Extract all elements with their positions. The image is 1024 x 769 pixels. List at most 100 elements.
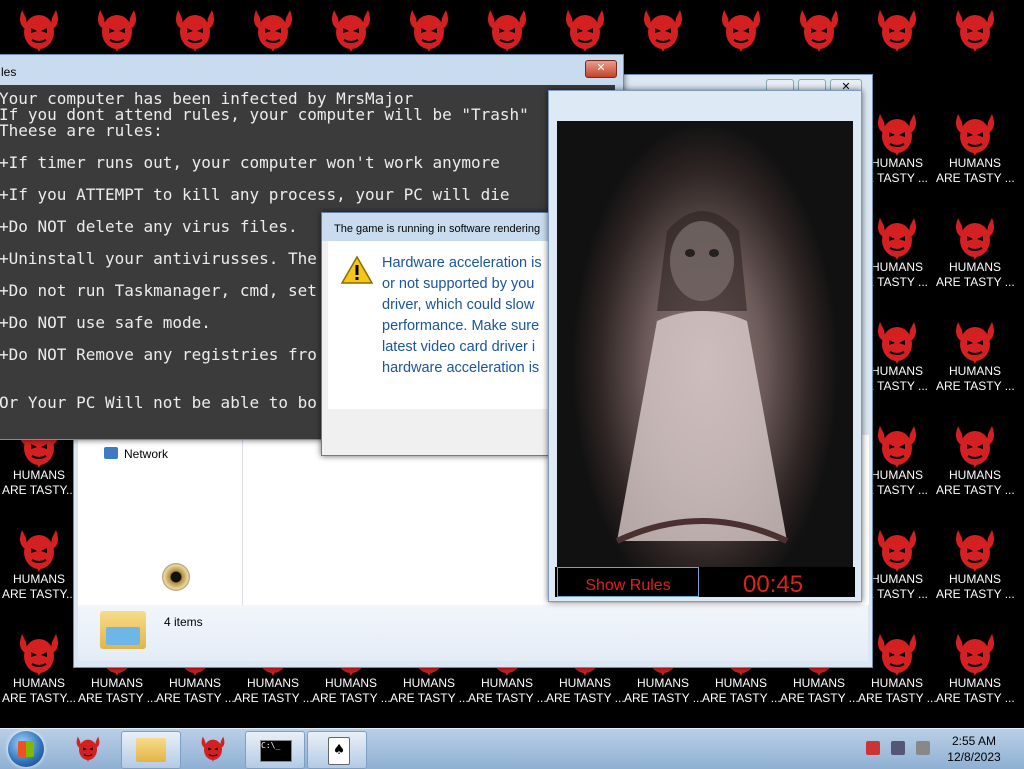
dialog-message-line: or not supported by you — [382, 276, 535, 292]
items-count: 4 items — [164, 615, 203, 629]
devil-icon — [716, 6, 766, 52]
desktop-icon-humans-are-tasty[interactable] — [624, 6, 702, 52]
devil-icon — [872, 526, 922, 572]
desktop-icon-humans-are-tasty[interactable] — [936, 6, 1014, 52]
desktop-icon-label: ARE TASTY ... — [780, 691, 858, 705]
desktop-icon-label: ARE TASTY ... — [936, 483, 1014, 497]
folder-icon — [100, 611, 146, 649]
desktop-icon-humans-are-tasty[interactable] — [156, 6, 234, 52]
desktop-icon-label: ARE TASTY ... — [468, 691, 546, 705]
desktop-icon-label: ARE TASTY ... — [936, 587, 1014, 601]
desktop-icon-label: HUMANS — [12, 676, 65, 690]
taskbar-devil-app-2[interactable] — [183, 731, 241, 767]
desktop-icon-humans-are-tasty[interactable] — [468, 6, 546, 52]
desktop-icon-humans-are-tasty[interactable] — [780, 6, 858, 52]
devil-icon — [872, 318, 922, 364]
taskbar-devil-app-1[interactable] — [58, 731, 116, 767]
desktop-icon-humans-are-tasty[interactable]: HUMANS ARE TASTY... — [0, 526, 78, 602]
desktop-icon-humans-are-tasty[interactable]: HUMANS ARE TASTY ... — [936, 110, 1014, 186]
desktop-icon-label: HUMANS — [12, 572, 65, 586]
clock[interactable]: 2:55 AM 12/8/2023 — [944, 733, 1004, 765]
taskbar-explorer[interactable] — [121, 731, 181, 769]
devil-icon — [950, 526, 1000, 572]
desktop-icon-humans-are-tasty[interactable]: HUMANS ARE TASTY ... — [936, 318, 1014, 394]
desktop-icon-label: HUMANS — [870, 676, 923, 690]
desktop-icon-label: HUMANS — [948, 156, 1001, 170]
video-window: Show Rules 00:45 — [548, 90, 862, 602]
clock-date: 12/8/2023 — [947, 750, 1001, 764]
desktop-icon-label: HUMANS — [948, 260, 1001, 274]
desktop-icon-label: HUMANS — [90, 676, 143, 690]
desktop-icon-label: HUMANS — [246, 676, 299, 690]
desktop-icon-humans-are-tasty[interactable] — [78, 6, 156, 52]
devil-icon — [950, 110, 1000, 156]
card-icon: ♠ — [328, 737, 350, 765]
rules-close-button[interactable]: ✕ — [585, 60, 617, 78]
windows-logo-icon — [18, 741, 34, 757]
desktop-icon-humans-are-tasty[interactable]: HUMANS ARE TASTY ... — [936, 214, 1014, 290]
desktop-icon-label: ARE TASTY ... — [624, 691, 702, 705]
desktop-icon-humans-are-tasty[interactable]: HUMANS ARE TASTY ... — [936, 630, 1014, 706]
desktop-icon-humans-are-tasty[interactable]: HUMANS ARE TASTY... — [0, 630, 78, 706]
taskbar-solitaire[interactable]: ♠ — [307, 731, 367, 769]
desktop-icon-label: HUMANS — [792, 676, 845, 690]
network-tray-icon[interactable] — [891, 741, 905, 755]
desktop-icon-label: HUMANS — [636, 676, 689, 690]
desktop-icon-humans-are-tasty[interactable] — [858, 6, 936, 52]
show-rules-button[interactable]: Show Rules — [557, 567, 699, 597]
cmd-icon: C:\_ — [260, 740, 292, 762]
network-icon — [104, 447, 118, 459]
devil-icon — [794, 6, 844, 52]
start-button[interactable] — [8, 731, 44, 767]
desktop-icon-humans-are-tasty[interactable]: HUMANS ARE TASTY ... — [936, 422, 1014, 498]
desktop-icon-label: ARE TASTY ... — [312, 691, 390, 705]
video-controls: Show Rules 00:45 — [555, 567, 855, 598]
desktop-icon-humans-are-tasty[interactable] — [0, 6, 78, 52]
desktop-icon-label: HUMANS — [168, 676, 221, 690]
desktop-icon-humans-are-tasty[interactable] — [234, 6, 312, 52]
devil-icon — [326, 6, 376, 52]
dialog-title: The game is running in software renderin… — [334, 223, 541, 235]
devil-icon — [482, 6, 532, 52]
desktop-icon-label: ARE TASTY ... — [156, 691, 234, 705]
dialog-message-line: latest video card driver i — [382, 339, 536, 355]
action-center-icon[interactable] — [866, 741, 880, 755]
desktop-icon-label: ARE TASTY... — [1, 691, 77, 705]
nav-network[interactable]: Network — [124, 447, 168, 461]
desktop-icon-label: HUMANS — [948, 572, 1001, 586]
devil-icon — [950, 6, 1000, 52]
desktop-icon-humans-are-tasty[interactable] — [390, 6, 468, 52]
details-pane: 4 items — [78, 605, 868, 661]
devil-icon — [950, 422, 1000, 468]
devil-icon — [404, 6, 454, 52]
desktop-icon-label: ARE TASTY ... — [936, 379, 1014, 393]
desktop-icon-label: ARE TASTY... — [1, 483, 77, 497]
devil-icon — [950, 214, 1000, 260]
desktop-icon-humans-are-tasty[interactable]: HUMANS ARE TASTY ... — [936, 526, 1014, 602]
rules-titlebar[interactable]: les ✕ — [0, 55, 623, 81]
dialog-message-line: hardware acceleration is — [382, 360, 540, 376]
desktop-icon-label: HUMANS — [402, 676, 455, 690]
eye-icon[interactable] — [162, 563, 190, 591]
software-rendering-dialog: The game is running in software renderin… — [321, 212, 551, 456]
desktop-icon-label: ARE TASTY ... — [390, 691, 468, 705]
devil-icon — [872, 630, 922, 676]
taskbar-cmd[interactable]: C:\_ — [245, 731, 305, 769]
desktop-icon-label: HUMANS — [714, 676, 767, 690]
rules-line: Theese are rules: — [0, 121, 163, 140]
countdown-timer: 00:45 — [743, 571, 804, 598]
desktop-icon-label: ARE TASTY ... — [858, 691, 936, 705]
desktop-icon-humans-are-tasty[interactable] — [312, 6, 390, 52]
warning-icon — [340, 255, 374, 284]
devil-icon — [560, 6, 610, 52]
desktop-icon-humans-are-tasty[interactable] — [546, 6, 624, 52]
desktop-icon-label: ARE TASTY ... — [702, 691, 780, 705]
desktop-icon-label: HUMANS — [324, 676, 377, 690]
rules-line: +If you ATTEMPT to kill any process, you… — [0, 185, 510, 204]
dialog-button-bar — [328, 409, 550, 453]
devil-icon — [950, 630, 1000, 676]
desktop-icon-humans-are-tasty[interactable] — [702, 6, 780, 52]
desktop-icon-label: ARE TASTY ... — [936, 691, 1014, 705]
devil-icon — [248, 6, 298, 52]
volume-icon[interactable] — [916, 741, 930, 755]
